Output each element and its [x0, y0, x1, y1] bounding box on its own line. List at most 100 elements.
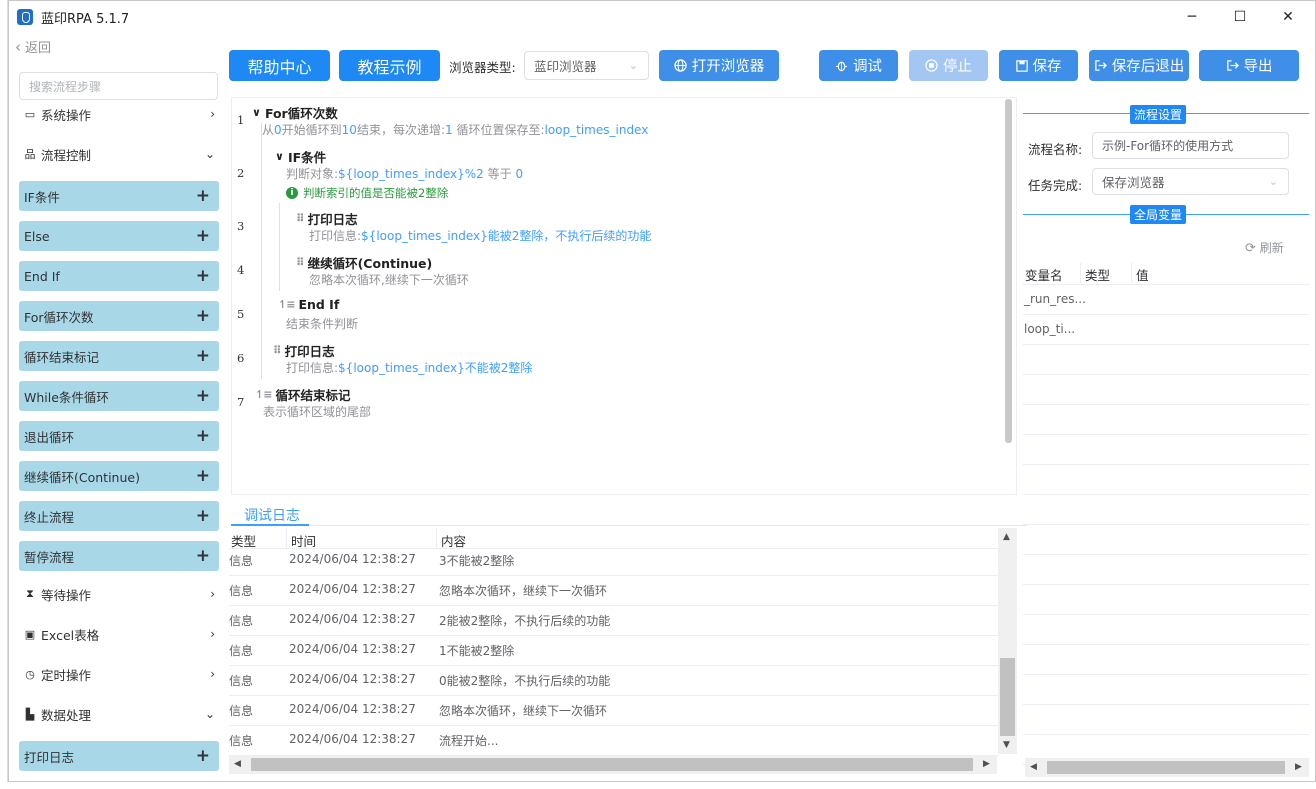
sidebar-category[interactable]: ◷ 定时操作 › — [19, 659, 219, 689]
log-row[interactable]: 信息 2024/06/04 12:38:27 忽略本次循环，继续下一次循环 — [229, 576, 999, 606]
back-button[interactable]: ‹ 返回 — [15, 37, 51, 57]
plus-icon[interactable]: + — [196, 347, 210, 365]
flow-step-end-if[interactable]: ↿≡ End If — [278, 297, 339, 312]
collapse-chevron-icon[interactable]: ∨ — [275, 150, 284, 163]
var-row[interactable]: _run_res... — [1023, 285, 1309, 315]
scrollbar-thumb[interactable] — [251, 758, 973, 771]
plus-icon[interactable]: + — [196, 267, 210, 285]
flow-step-continue[interactable]: ⠿ 继续循环(Continue) — [296, 253, 432, 272]
maximize-button[interactable]: ☐ — [1217, 1, 1263, 33]
log-row[interactable]: 信息 2024/06/04 12:38:27 流程开始... — [229, 726, 999, 756]
close-button[interactable]: ✕ — [1265, 1, 1311, 33]
scroll-up-arrow-icon[interactable]: ▲ — [1003, 532, 1010, 542]
scroll-left-arrow-icon[interactable]: ◀ — [234, 759, 241, 769]
plus-icon[interactable]: + — [196, 747, 210, 765]
drag-handle-icon[interactable]: ⠿ — [296, 212, 305, 225]
sidebar-category[interactable]: ▭ 系统操作 › — [19, 101, 219, 129]
refresh-button[interactable]: ⟳ 刷新 — [1245, 239, 1284, 256]
sidebar-category[interactable]: 品流程控制 ⌄ — [19, 139, 219, 169]
flow-editor[interactable] — [231, 97, 1017, 495]
var-row[interactable] — [1023, 615, 1309, 645]
scroll-right-arrow-icon[interactable]: ▶ — [983, 759, 990, 769]
background-desktop-strip-bottom — [0, 782, 1316, 789]
var-row[interactable] — [1023, 495, 1309, 525]
sidebar-step-item[interactable]: IF条件 + — [19, 181, 219, 211]
sidebar-step-item[interactable]: Else + — [19, 221, 219, 251]
collapse-chevron-icon[interactable]: ∨ — [252, 106, 261, 119]
scrollbar-thumb[interactable] — [1047, 761, 1285, 774]
sidebar-step-item[interactable]: 暂停流程 + — [19, 541, 219, 571]
scroll-left-arrow-icon[interactable]: ◀ — [1030, 762, 1037, 772]
flow-step-loop-end[interactable]: ↿≡ 循环结束标记 — [255, 385, 350, 404]
scrollbar-thumb[interactable] — [1000, 658, 1015, 736]
stop-button[interactable]: 停止 — [909, 50, 988, 81]
flow-name-input[interactable]: 示例-For循环的使用方式 — [1092, 132, 1289, 159]
sidebar-step-item[interactable]: End If + — [19, 261, 219, 291]
log-content: 忽略本次循环，继续下一次循环 — [439, 704, 608, 718]
log-vertical-scrollbar[interactable]: ▲ ▼ — [998, 528, 1017, 754]
var-row[interactable] — [1023, 675, 1309, 705]
var-row[interactable] — [1023, 465, 1309, 495]
flow-scrollbar-thumb[interactable] — [1005, 99, 1012, 443]
plus-icon[interactable]: + — [196, 547, 210, 565]
plus-icon[interactable]: + — [196, 467, 210, 485]
var-row[interactable] — [1023, 375, 1309, 405]
log-row[interactable]: 信息 2024/06/04 12:38:27 2能被2整除，不执行后续的功能 — [229, 606, 999, 636]
plus-icon[interactable]: + — [196, 227, 210, 245]
save-button[interactable]: 保存 — [999, 50, 1078, 81]
sidebar-step-item[interactable]: For循环次数 + — [19, 301, 219, 331]
help-center-button[interactable]: 帮助中心 — [229, 50, 330, 81]
tutorial-button[interactable]: 教程示例 — [339, 50, 440, 81]
plus-icon[interactable]: + — [196, 427, 210, 445]
var-row[interactable]: loop_ti... — [1023, 315, 1309, 345]
export-button[interactable]: 导出 — [1199, 50, 1299, 81]
open-browser-button[interactable]: 打开浏览器 — [659, 50, 779, 81]
scroll-down-arrow-icon[interactable]: ▼ — [1003, 740, 1010, 750]
sidebar-step-item[interactable]: 打印日志 + — [19, 741, 219, 771]
column-divider — [436, 528, 437, 548]
var-row[interactable] — [1023, 645, 1309, 675]
var-row[interactable] — [1023, 555, 1309, 585]
sidebar-step-item[interactable]: 继续循环(Continue) + — [19, 461, 219, 491]
var-row[interactable] — [1023, 585, 1309, 615]
save-exit-button[interactable]: 保存后退出 — [1089, 50, 1189, 81]
task-complete-select[interactable]: 保存浏览器 ⌄ — [1092, 168, 1289, 195]
sidebar-step-item[interactable]: While条件循环 + — [19, 381, 219, 411]
plus-icon[interactable]: + — [196, 387, 210, 405]
plus-icon[interactable]: + — [196, 187, 210, 205]
plus-icon[interactable]: + — [196, 307, 210, 325]
var-row[interactable] — [1023, 405, 1309, 435]
flow-step-for-loop[interactable]: ∨ For循环次数 — [252, 103, 338, 122]
flow-step-print-log[interactable]: ⠿ 打印日志 — [296, 209, 358, 228]
debug-button[interactable]: 调试 — [819, 50, 898, 81]
flow-step-print-log[interactable]: ⠿ 打印日志 — [273, 341, 335, 360]
var-row[interactable] — [1023, 435, 1309, 465]
sidebar-step-item[interactable]: 循环结束标记 + — [19, 341, 219, 371]
sidebar-category[interactable]: ▣ Excel表格 › — [19, 619, 219, 649]
var-row[interactable] — [1023, 525, 1309, 555]
log-row[interactable]: 信息 2024/06/04 12:38:27 3不能被2整除 — [229, 546, 999, 576]
scroll-right-arrow-icon[interactable]: ▶ — [1295, 762, 1302, 772]
var-row[interactable] — [1023, 345, 1309, 375]
var-horizontal-scrollbar[interactable]: ◀ ▶ — [1025, 758, 1309, 777]
var-row[interactable] — [1023, 705, 1309, 735]
drag-handle-icon[interactable]: ⠿ — [273, 344, 282, 357]
drag-handle-icon[interactable]: ⠿ — [296, 256, 305, 269]
flow-step-if[interactable]: ∨ IF条件 — [275, 147, 326, 166]
step-search-input[interactable]: 搜索流程步骤 — [19, 72, 218, 100]
sidebar-step-item[interactable]: 退出循环 + — [19, 421, 219, 451]
exit-icon — [1094, 60, 1107, 71]
plus-icon[interactable]: + — [196, 507, 210, 525]
sidebar-category[interactable]: ⧗ 等待操作 › — [19, 579, 219, 609]
log-row[interactable]: 信息 2024/06/04 12:38:27 0能被2整除，不执行后续的功能 — [229, 666, 999, 696]
log-row[interactable]: 信息 2024/06/04 12:38:27 忽略本次循环，继续下一次循环 — [229, 696, 999, 726]
log-horizontal-scrollbar[interactable]: ◀ ▶ — [229, 755, 997, 774]
sidebar-step-item[interactable]: 终止流程 + — [19, 501, 219, 531]
step-note: i 判断索引的值是否能被2整除 — [286, 185, 448, 201]
sidebar-category[interactable]: ▙ 数据处理 ⌄ — [19, 699, 219, 729]
browser-type-select[interactable]: 蓝印浏览器 ⌄ — [524, 51, 649, 80]
tab-debug-log[interactable]: 调试日志 — [244, 505, 300, 525]
minimize-button[interactable]: ─ — [1169, 1, 1215, 33]
desc-text: 开始循环到 — [281, 123, 342, 137]
log-row[interactable]: 信息 2024/06/04 12:38:27 1不能被2整除 — [229, 636, 999, 666]
